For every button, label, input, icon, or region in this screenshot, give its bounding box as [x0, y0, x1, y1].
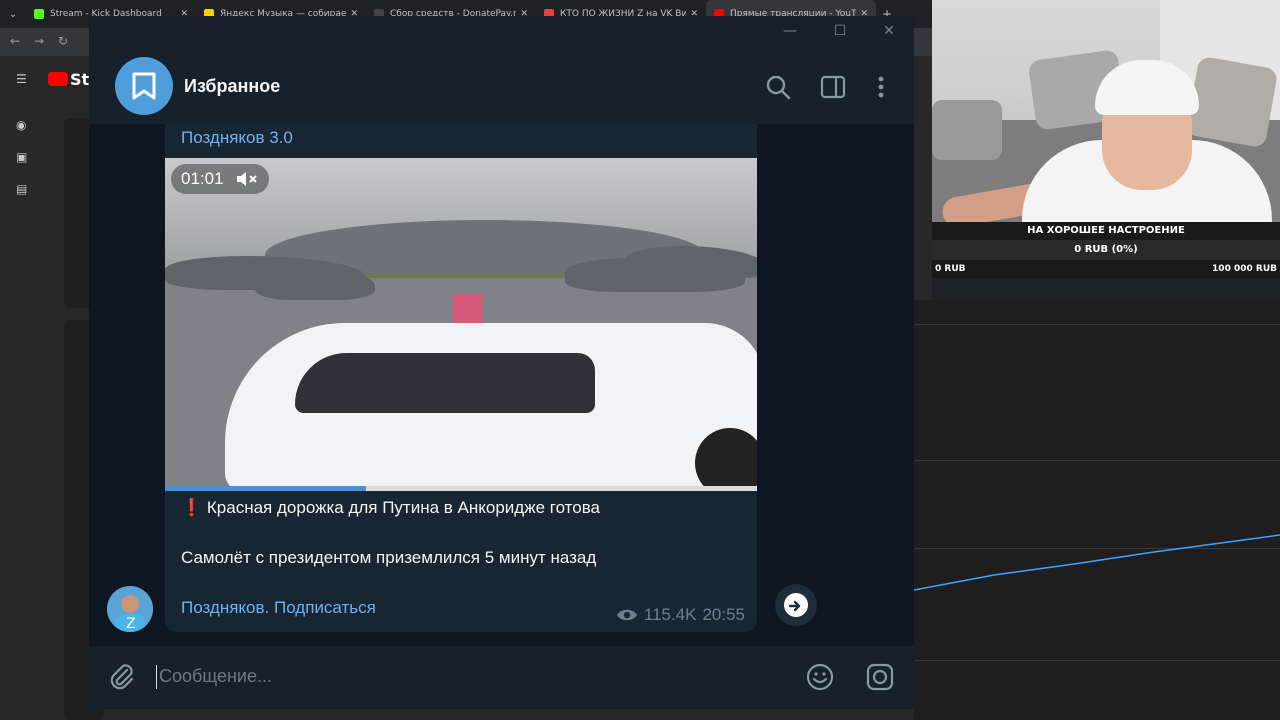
- attach-icon[interactable]: [107, 662, 137, 692]
- more-menu-icon[interactable]: [868, 74, 894, 100]
- view-count: 115.4K: [643, 605, 697, 624]
- share-arrow-icon: [784, 593, 808, 617]
- message-author[interactable]: Поздняков 3.0: [181, 128, 293, 148]
- tab-search-icon[interactable]: ⌄: [0, 9, 26, 20]
- video-time-text: 01:01: [181, 169, 224, 188]
- back-arrow-icon[interactable]: ←: [10, 34, 20, 48]
- reload-icon[interactable]: ↻: [58, 34, 68, 48]
- sidebar-toggle-icon[interactable]: [820, 74, 846, 100]
- kick-favicon-icon: [34, 9, 44, 19]
- goal-max: 100 000 RUB: [1212, 264, 1277, 274]
- message-input[interactable]: Сообщение...: [159, 666, 272, 687]
- muted-speaker-icon[interactable]: [235, 170, 259, 188]
- youtube-sidebar: ☰ ◉ ▣ ▤: [0, 56, 48, 720]
- video-car-window: [295, 353, 595, 413]
- forwarded-message[interactable]: Поздняков 3.0 01:01 ❗ Красная дорожка дл…: [165, 124, 757, 632]
- close-icon[interactable]: ✕: [874, 23, 904, 39]
- video-attachment[interactable]: 01:01: [165, 158, 757, 490]
- sender-avatar[interactable]: Z: [107, 586, 153, 632]
- chat-history[interactable]: Поздняков 3.0 01:01 ❗ Красная дорожка дл…: [89, 124, 914, 646]
- viewers-graph-line: [914, 534, 1280, 591]
- window-titlebar: — ☐ ✕: [89, 16, 914, 50]
- forward-button[interactable]: [775, 584, 817, 626]
- screen: ⌄ Stream - Kick Dashboard ✕ Яндекс Музык…: [0, 0, 1280, 720]
- forward-arrow-icon[interactable]: →: [34, 34, 44, 48]
- cam-pillow: [932, 100, 1002, 160]
- goal-min: 0 RUB: [935, 264, 966, 274]
- saved-messages-avatar[interactable]: [115, 57, 173, 115]
- video-jet: [625, 246, 757, 280]
- video-car-wheel: [695, 428, 757, 490]
- cam-pillow: [1185, 55, 1279, 149]
- gridline: [914, 660, 1280, 661]
- search-icon[interactable]: [765, 74, 791, 100]
- maximize-icon[interactable]: ☐: [825, 23, 855, 39]
- camera-icon[interactable]: ▣: [16, 150, 27, 164]
- subscribe-link[interactable]: Поздняков. Подписаться: [181, 598, 376, 618]
- text-caret: [156, 665, 157, 689]
- message-meta: 115.4K 20:55: [616, 605, 745, 625]
- webcam-feed: [932, 0, 1280, 222]
- manage-icon[interactable]: ▤: [16, 182, 27, 196]
- message-line-1: ❗ Красная дорожка для Путина в Анкоридже…: [181, 498, 600, 518]
- video-progress-fill: [165, 486, 367, 491]
- minimize-icon[interactable]: —: [775, 23, 805, 39]
- exclamation-emoji: ❗: [181, 498, 203, 517]
- views-eye-icon: [616, 609, 637, 621]
- gridline: [914, 460, 1280, 461]
- svg-text:Z: Z: [126, 616, 136, 632]
- goal-current: 0 RUB (0%): [1074, 244, 1138, 255]
- viewers-graph: [914, 534, 1280, 591]
- chat-header: Избранное: [89, 50, 914, 124]
- donation-goal-widget: НА ХОРОШЕЕ НАСТРОЕНИЕ 0 RUB (0%) 0 RUB 1…: [932, 222, 1280, 278]
- sender-avatar-image: Z: [107, 586, 153, 632]
- chat-title[interactable]: Избранное: [184, 76, 280, 97]
- telegram-window: — ☐ ✕ Избранное Поздняков 3.0 01:01 ❗ Кр…: [89, 16, 914, 709]
- live-icon[interactable]: ◉: [16, 118, 26, 132]
- video-message-icon[interactable]: [865, 662, 895, 692]
- message-text-1: Красная дорожка для Путина в Анкоридже г…: [206, 498, 601, 517]
- message-text-2: Самолёт с президентом приземлился 5 мину…: [181, 548, 597, 567]
- stream-analytics-area: [914, 300, 1280, 720]
- emoji-icon[interactable]: [805, 662, 835, 692]
- video-progress-bar[interactable]: [165, 486, 757, 491]
- divider: [914, 324, 1280, 325]
- youtube-logo-icon[interactable]: [48, 72, 68, 86]
- message-time: 20:55: [702, 605, 745, 624]
- message-composer: Сообщение...: [89, 646, 914, 709]
- menu-icon[interactable]: ☰: [16, 72, 27, 86]
- bookmark-icon: [132, 72, 156, 100]
- goal-title: НА ХОРОШЕЕ НАСТРОЕНИЕ: [1027, 225, 1185, 236]
